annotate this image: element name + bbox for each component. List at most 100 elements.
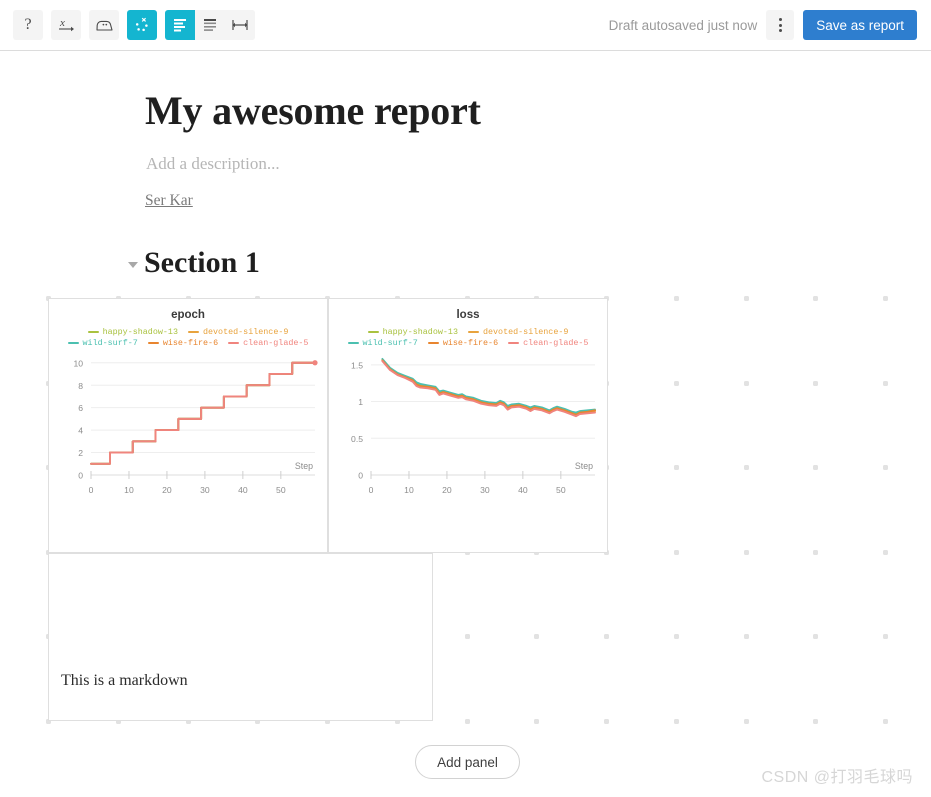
grid-dot: [534, 634, 540, 640]
grid-dot: [883, 380, 888, 386]
page-title[interactable]: My awesome report: [145, 87, 481, 134]
description-input[interactable]: Add a description...: [146, 154, 280, 174]
x-tick-label: 30: [480, 485, 490, 495]
grid-dot: [883, 465, 888, 471]
legend-item[interactable]: wise-fire-6: [147, 338, 219, 348]
x-tick-label: 30: [200, 485, 210, 495]
grid-dot: [743, 634, 749, 640]
x-tick-label: 20: [162, 485, 172, 495]
legend-item[interactable]: happy-shadow-13: [87, 327, 178, 337]
more-options-icon[interactable]: [766, 10, 795, 40]
legend-swatch-icon: [467, 330, 479, 334]
loss-chart-svg: 0 0.5 1 1.5 0 10 20 30 40 50 Step: [351, 357, 596, 495]
width-resize-icon[interactable]: [225, 10, 255, 40]
grid-dot: [673, 380, 679, 386]
grid-dot: [813, 380, 819, 386]
grid-dot: [604, 634, 609, 640]
y-tick-label: 2: [78, 448, 83, 458]
legend-swatch-icon: [367, 330, 379, 334]
legend-label: happy-shadow-13: [382, 327, 458, 337]
legend-swatch-icon: [508, 341, 520, 345]
add-panel-button[interactable]: Add panel: [415, 745, 520, 779]
equation-icon[interactable]: x: [51, 10, 81, 40]
x-axis-label: Step: [295, 461, 313, 471]
grid-dot: [673, 296, 679, 301]
legend-swatch-icon: [67, 341, 79, 345]
grid-dot: [883, 719, 888, 724]
grid-dot: [813, 549, 819, 555]
legend-item[interactable]: wild-surf-7: [67, 338, 138, 348]
scatter-glyph: [135, 17, 148, 32]
y-tick-label: 8: [78, 381, 83, 391]
x-tick-label: 40: [238, 485, 248, 495]
grid-dot: [813, 296, 819, 301]
top-toolbar: ? x Draft autosaved just now Save as rep…: [0, 0, 931, 51]
iron-icon[interactable]: [89, 10, 119, 40]
series-line: [381, 359, 596, 416]
legend-swatch-icon: [147, 341, 159, 345]
legend-label: wild-surf-7: [362, 338, 418, 348]
grid-dot: [743, 380, 749, 386]
grid-dot: [743, 296, 749, 301]
y-tick-label: 0.5: [351, 434, 363, 444]
y-tick-label: 4: [78, 426, 83, 436]
series-endpoint-marker: [312, 360, 318, 366]
panel-loss[interactable]: loss happy-shadow-13 devoted-silence-9 wil…: [328, 298, 608, 553]
section-title[interactable]: Section 1: [144, 246, 260, 280]
series-line: [90, 361, 316, 465]
help-glyph: ?: [24, 16, 32, 33]
x-tick-label: 40: [518, 485, 528, 495]
series-line: [90, 361, 316, 465]
legend-item[interactable]: clean-glade-5: [508, 338, 588, 348]
series-line: [90, 361, 316, 465]
panel-grid-glyph: [174, 19, 186, 32]
legend-item[interactable]: devoted-silence-9: [467, 327, 569, 337]
legend-item[interactable]: wild-surf-7: [347, 338, 418, 348]
legend-item[interactable]: clean-glade-5: [228, 338, 308, 348]
align-panel-icon[interactable]: [165, 10, 195, 40]
svg-text:x: x: [59, 17, 65, 29]
grid-dot: [813, 634, 819, 640]
grid-dot: [673, 719, 679, 724]
y-tick-label: 0: [78, 471, 83, 481]
author-link[interactable]: Ser Kar: [145, 192, 193, 210]
legend-item[interactable]: wise-fire-6: [427, 338, 498, 348]
grid-dot: [813, 719, 819, 724]
help-icon[interactable]: ?: [13, 10, 43, 40]
panel-epoch[interactable]: epoch happy-shadow-13 devoted-silence-9 wi…: [48, 298, 328, 553]
scatter-plot-icon[interactable]: [127, 10, 157, 40]
legend-label: devoted-silence-9: [482, 327, 569, 337]
legend-swatch-icon: [228, 341, 240, 345]
autosave-status: Draft autosaved just now: [608, 17, 758, 33]
chevron-down-icon[interactable]: [128, 262, 138, 268]
section-header: Section 1: [128, 246, 260, 280]
save-as-report-button[interactable]: Save as report: [803, 10, 917, 40]
equation-glyph: x: [59, 17, 74, 32]
x-tick-label: 50: [276, 485, 286, 495]
panel-markdown[interactable]: This is a markdown: [48, 553, 433, 721]
markdown-text[interactable]: This is a markdown: [61, 672, 188, 690]
legend-label: wise-fire-6: [162, 338, 219, 348]
grid-dot: [883, 634, 888, 640]
legend-label: wild-surf-7: [82, 338, 138, 348]
list-glyph: [204, 19, 216, 31]
legend-label: clean-glade-5: [243, 338, 309, 348]
grid-dot: [813, 465, 819, 471]
grid-dot: [883, 296, 888, 301]
grid-dot: [464, 634, 470, 640]
y-tick-label: 1: [358, 397, 363, 407]
grid-dot: [743, 549, 749, 555]
legend-swatch-icon: [187, 330, 199, 334]
grid-dot: [673, 634, 679, 640]
legend-item[interactable]: happy-shadow-13: [367, 327, 458, 337]
kebab-dot: [778, 18, 782, 21]
grid-dot: [673, 465, 679, 471]
y-tick-label: 6: [78, 403, 83, 413]
x-tick-label: 0: [369, 485, 374, 495]
align-list-icon[interactable]: [195, 10, 225, 40]
legend-item[interactable]: devoted-silence-9: [187, 327, 288, 337]
legend-swatch-icon: [87, 330, 99, 334]
toolbar-right-group: Draft autosaved just now Save as report: [609, 10, 917, 40]
panel-loss-legend: happy-shadow-13 devoted-silence-9 wild-sur…: [329, 327, 607, 348]
panel-loss-title: loss: [456, 309, 480, 321]
